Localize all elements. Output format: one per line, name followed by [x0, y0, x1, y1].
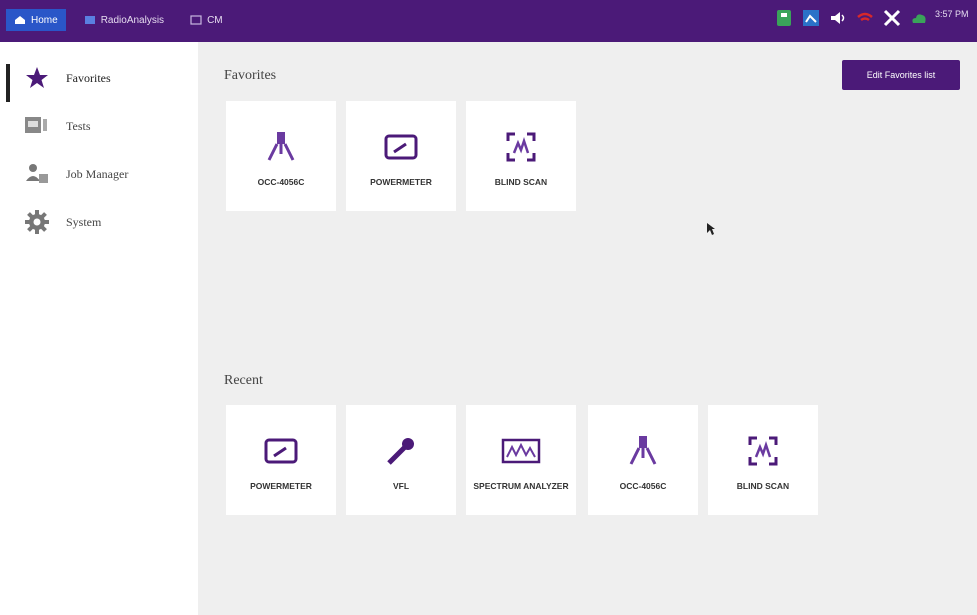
network-icon[interactable] — [801, 8, 821, 28]
cloud-icon[interactable] — [909, 8, 929, 28]
tab-cm[interactable]: CM — [182, 9, 231, 31]
tile-label: OCC-4056C — [619, 481, 667, 491]
blind-scan-icon — [501, 129, 541, 165]
home-icon — [15, 16, 25, 24]
top-tabs: Home RadioAnalysis CM — [6, 9, 231, 31]
sidebar-item-label: Job Manager — [66, 166, 129, 181]
powermeter-icon — [261, 433, 301, 469]
sidebar-item-label: Favorites — [66, 70, 111, 85]
tab-cm-label: CM — [207, 14, 223, 26]
usb-icon[interactable] — [774, 8, 794, 28]
gear-icon — [24, 209, 50, 235]
status-icons — [774, 8, 929, 28]
favorites-title: Favorites — [224, 68, 277, 83]
blind-scan-icon — [743, 433, 783, 469]
sidebar-item-system[interactable]: System — [10, 202, 190, 242]
spectrum-analyzer-icon — [501, 433, 541, 469]
tab-home[interactable]: Home — [6, 9, 66, 31]
tile-powermeter-recent[interactable]: POWERMETER — [226, 405, 336, 515]
tile-label: POWERMETER — [250, 481, 312, 491]
tile-label: VFL — [392, 481, 410, 491]
tile-blind-scan[interactable]: BLIND SCAN — [466, 101, 576, 211]
volume-icon[interactable] — [828, 8, 848, 28]
tile-spectrum-analyzer[interactable]: SPECTRUM ANALYZER — [466, 405, 576, 515]
cm-icon — [190, 15, 202, 25]
mouse-cursor-icon — [707, 223, 715, 235]
tile-label: BLIND SCAN — [494, 177, 548, 187]
tile-label: SPECTRUM ANALYZER — [473, 481, 569, 491]
tools-icon[interactable] — [882, 8, 902, 28]
vfl-icon — [381, 433, 421, 469]
tile-powermeter[interactable]: POWERMETER — [346, 101, 456, 211]
clock-time: 3:57 PM — [935, 9, 969, 19]
sidebar-item-label: System — [66, 214, 102, 229]
clock: 3:57 PM — [935, 8, 973, 34]
job-manager-icon — [24, 161, 50, 187]
sidebar-item-job-manager[interactable]: Job Manager — [10, 154, 190, 194]
edit-favorites-button[interactable]: Edit Favorites list — [842, 60, 960, 90]
sidebar-item-tests[interactable]: Tests — [10, 106, 190, 146]
star-icon — [24, 65, 50, 91]
tab-radio-analysis-label: RadioAnalysis — [100, 14, 165, 26]
recent-title: Recent — [224, 373, 263, 388]
tile-occ-4056c-recent[interactable]: OCC-4056C — [588, 405, 698, 515]
tile-vfl[interactable]: VFL — [346, 405, 456, 515]
sidebar-item-label: Tests — [66, 118, 91, 133]
tile-blind-scan-recent[interactable]: BLIND SCAN — [708, 405, 818, 515]
tests-icon — [24, 113, 50, 139]
tile-label: POWERMETER — [370, 177, 432, 187]
tile-label: BLIND SCAN — [736, 481, 790, 491]
tile-occ-4056c[interactable]: OCC-4056C — [226, 101, 336, 211]
radio-analysis-icon — [84, 16, 95, 24]
occ-probe-icon — [261, 129, 301, 165]
top-bar: Home RadioAnalysis CM 3:57 PM — [0, 0, 977, 42]
tab-home-label: Home — [31, 14, 58, 26]
occ-probe-icon — [623, 433, 663, 469]
sidebar-item-favorites[interactable]: Favorites — [6, 58, 190, 102]
tab-radio-analysis[interactable]: RadioAnalysis — [76, 9, 172, 31]
sidebar: Favorites Tests Job Manager System — [0, 42, 198, 615]
wifi-off-icon[interactable] — [855, 8, 875, 28]
powermeter-icon — [381, 129, 421, 165]
tile-label: OCC-4056C — [257, 177, 305, 187]
